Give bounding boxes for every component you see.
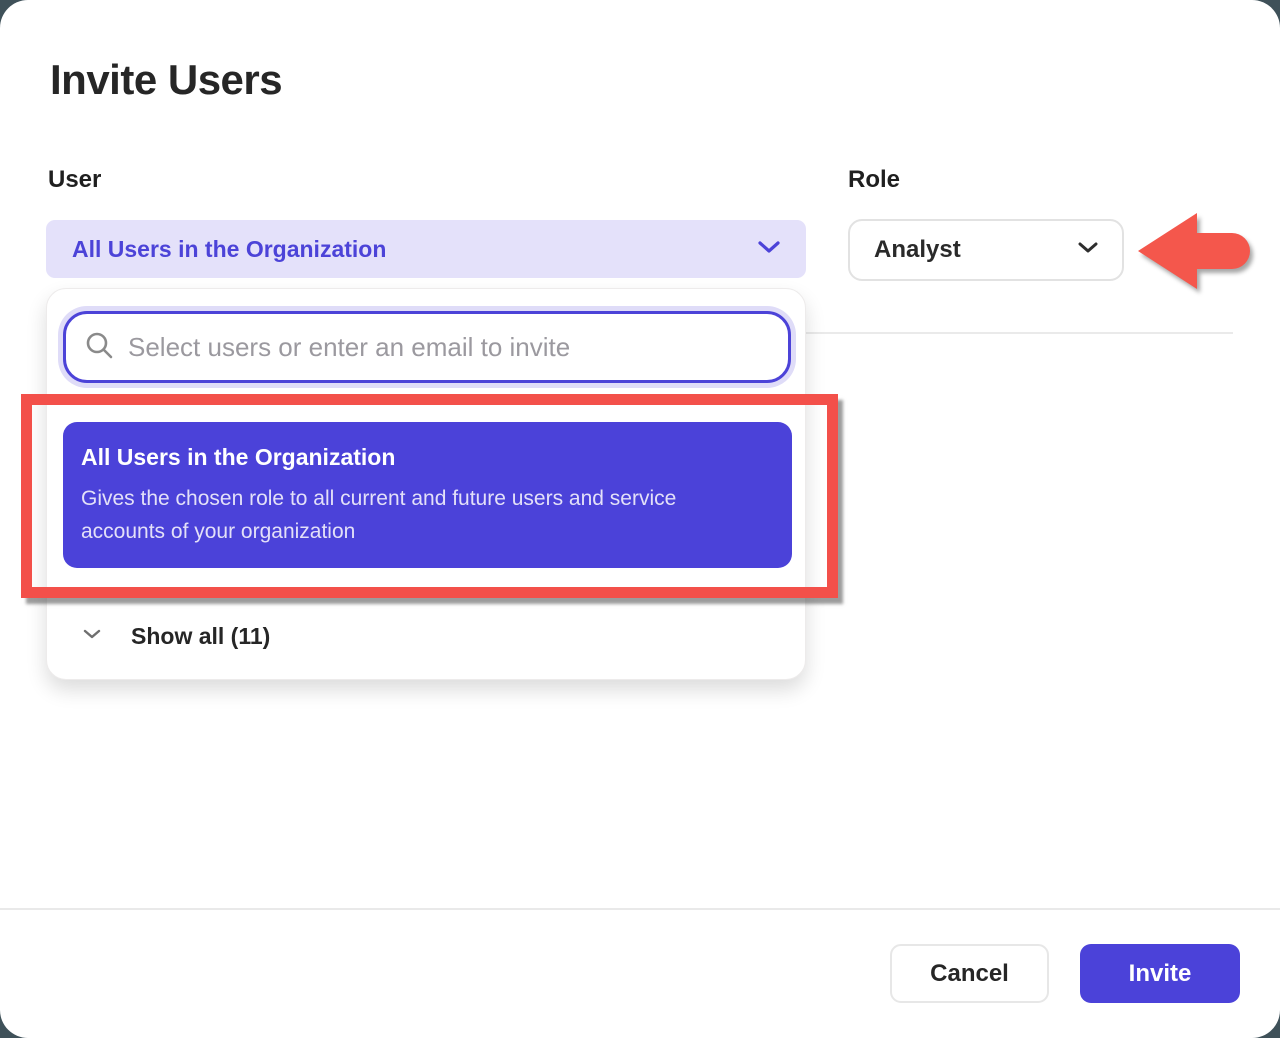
user-select[interactable]: All Users in the Organization — [46, 220, 806, 278]
user-select-value: All Users in the Organization — [72, 236, 386, 263]
user-search-box[interactable] — [63, 311, 791, 383]
search-icon — [84, 330, 114, 365]
option-description: Gives the chosen role to all current and… — [81, 482, 761, 548]
chevron-down-icon — [83, 627, 101, 645]
invite-users-modal: Invite Users User All Users in the Organ… — [0, 0, 1280, 1038]
show-all-label: Show all (11) — [131, 623, 270, 650]
role-select-value: Analyst — [874, 236, 961, 264]
user-dropdown-panel: All Users in the Organization Gives the … — [46, 288, 806, 680]
role-select[interactable]: Analyst — [848, 219, 1124, 281]
show-all-toggle[interactable]: Show all (11) — [47, 613, 805, 659]
option-title: All Users in the Organization — [81, 444, 774, 471]
chevron-down-icon — [758, 240, 780, 259]
dropdown-option-all-users[interactable]: All Users in the Organization Gives the … — [63, 422, 792, 568]
footer-divider — [0, 908, 1280, 910]
chevron-down-icon — [1078, 241, 1098, 259]
user-field-label: User — [48, 166, 101, 194]
page-title: Invite Users — [50, 56, 282, 104]
cancel-button[interactable]: Cancel — [890, 944, 1049, 1003]
user-search-input[interactable] — [128, 332, 768, 363]
annotation-arrow-icon — [1136, 210, 1254, 292]
role-field-label: Role — [848, 166, 900, 194]
invite-button[interactable]: Invite — [1080, 944, 1240, 1003]
